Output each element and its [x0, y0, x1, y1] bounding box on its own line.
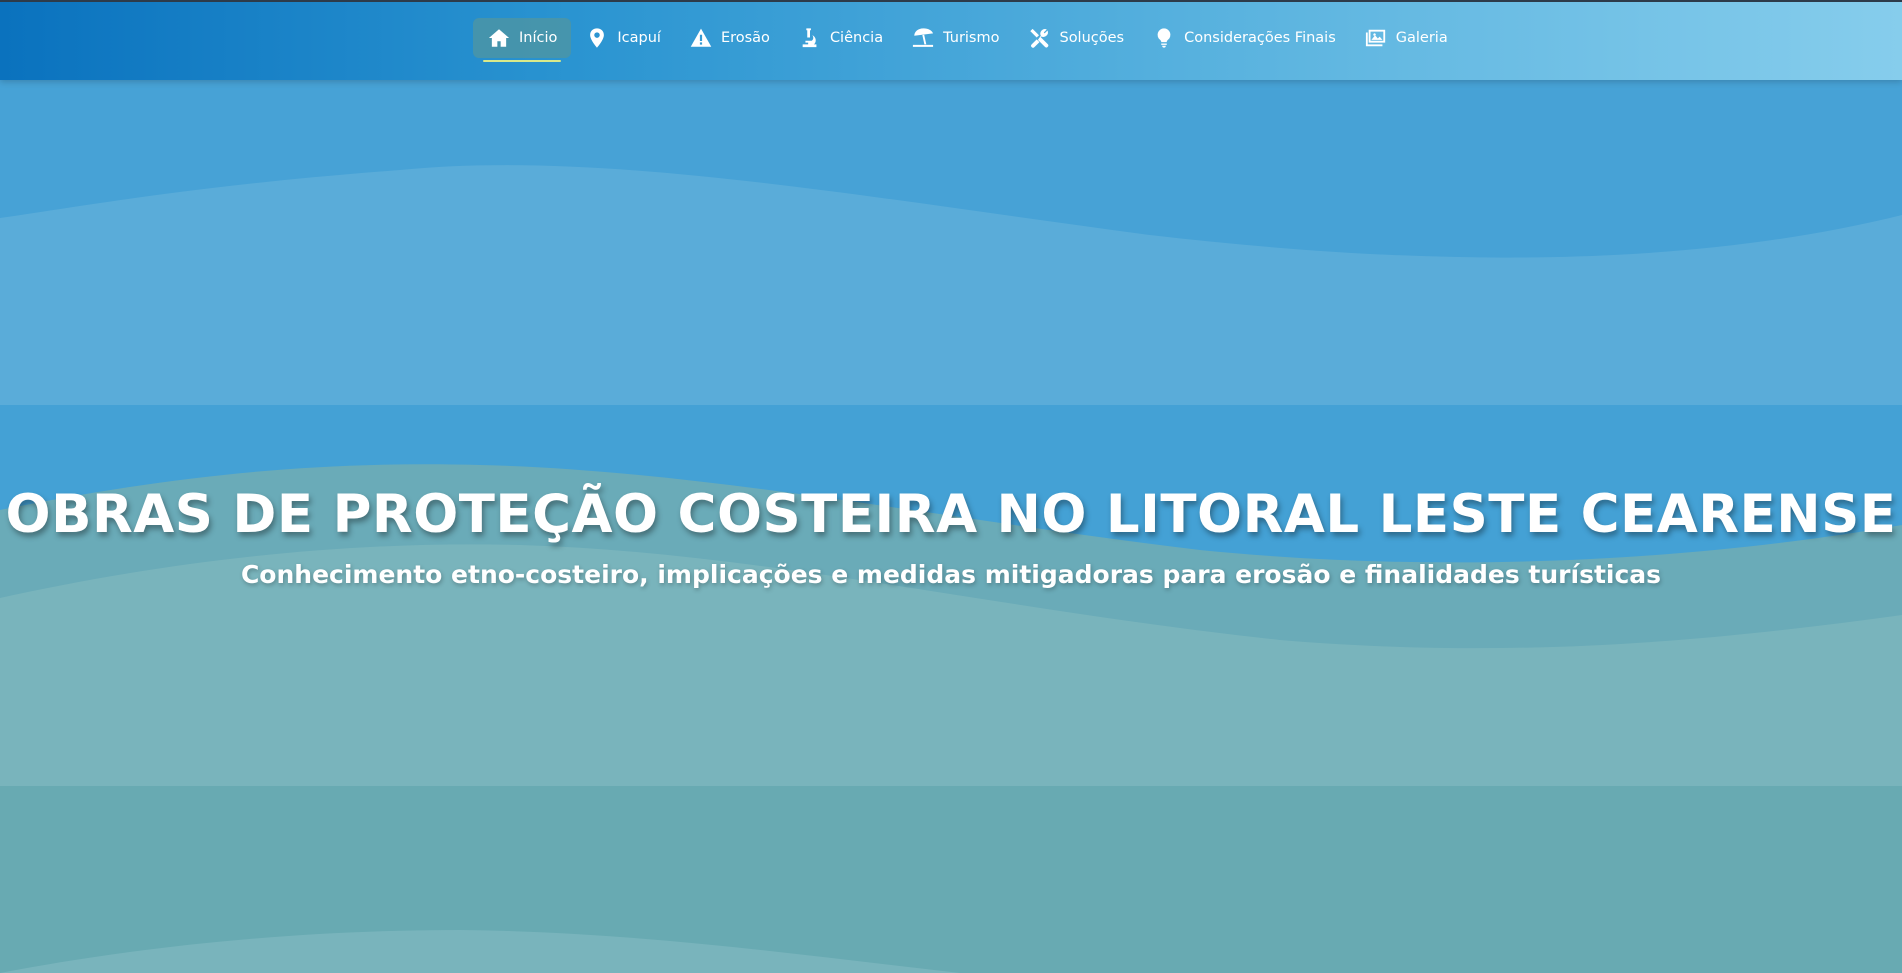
tools-icon — [1027, 27, 1051, 49]
umbrella-beach-icon — [911, 27, 935, 49]
microscope-icon — [798, 27, 822, 49]
map-pin-icon — [585, 27, 609, 49]
images-icon — [1364, 27, 1388, 49]
hero-subtitle: Conhecimento etno-costeiro, implicações … — [240, 560, 1662, 589]
nav-item-label: Icapuí — [617, 30, 661, 46]
nav-item-solucoes[interactable]: Soluções — [1013, 18, 1138, 58]
nav-item-galeria[interactable]: Galeria — [1350, 18, 1462, 58]
nav-item-consideracoes-finais[interactable]: Considerações Finais — [1138, 18, 1350, 58]
hero-section: OBRAS DE PROTEÇÃO COSTEIRA NO LITORAL LE… — [0, 470, 1902, 589]
nav-item-inicio[interactable]: Início — [473, 18, 572, 62]
nav-item-label: Considerações Finais — [1184, 30, 1336, 46]
nav-list: Início Icapuí Erosão Ciência Turismo Sol… — [473, 18, 1462, 62]
nav-item-erosao[interactable]: Erosão — [675, 18, 784, 58]
nav-item-label: Soluções — [1059, 30, 1125, 46]
top-border — [0, 0, 1902, 2]
nav-item-label: Turismo — [943, 30, 1000, 46]
nav-item-ciencia[interactable]: Ciência — [784, 18, 897, 58]
nav-item-turismo[interactable]: Turismo — [897, 18, 1013, 58]
nav-item-label: Galeria — [1395, 30, 1448, 46]
nav-item-label: Início — [519, 30, 558, 46]
hero-title: OBRAS DE PROTEÇÃO COSTEIRA NO LITORAL LE… — [5, 484, 1897, 545]
nav-item-icapui[interactable]: Icapuí — [571, 18, 675, 58]
top-navbar: Início Icapuí Erosão Ciência Turismo Sol… — [0, 0, 1902, 80]
nav-item-label: Ciência — [829, 30, 884, 46]
warning-icon — [689, 27, 713, 49]
home-icon — [487, 27, 511, 49]
nav-item-label: Erosão — [720, 30, 770, 46]
lightbulb-icon — [1152, 27, 1176, 49]
